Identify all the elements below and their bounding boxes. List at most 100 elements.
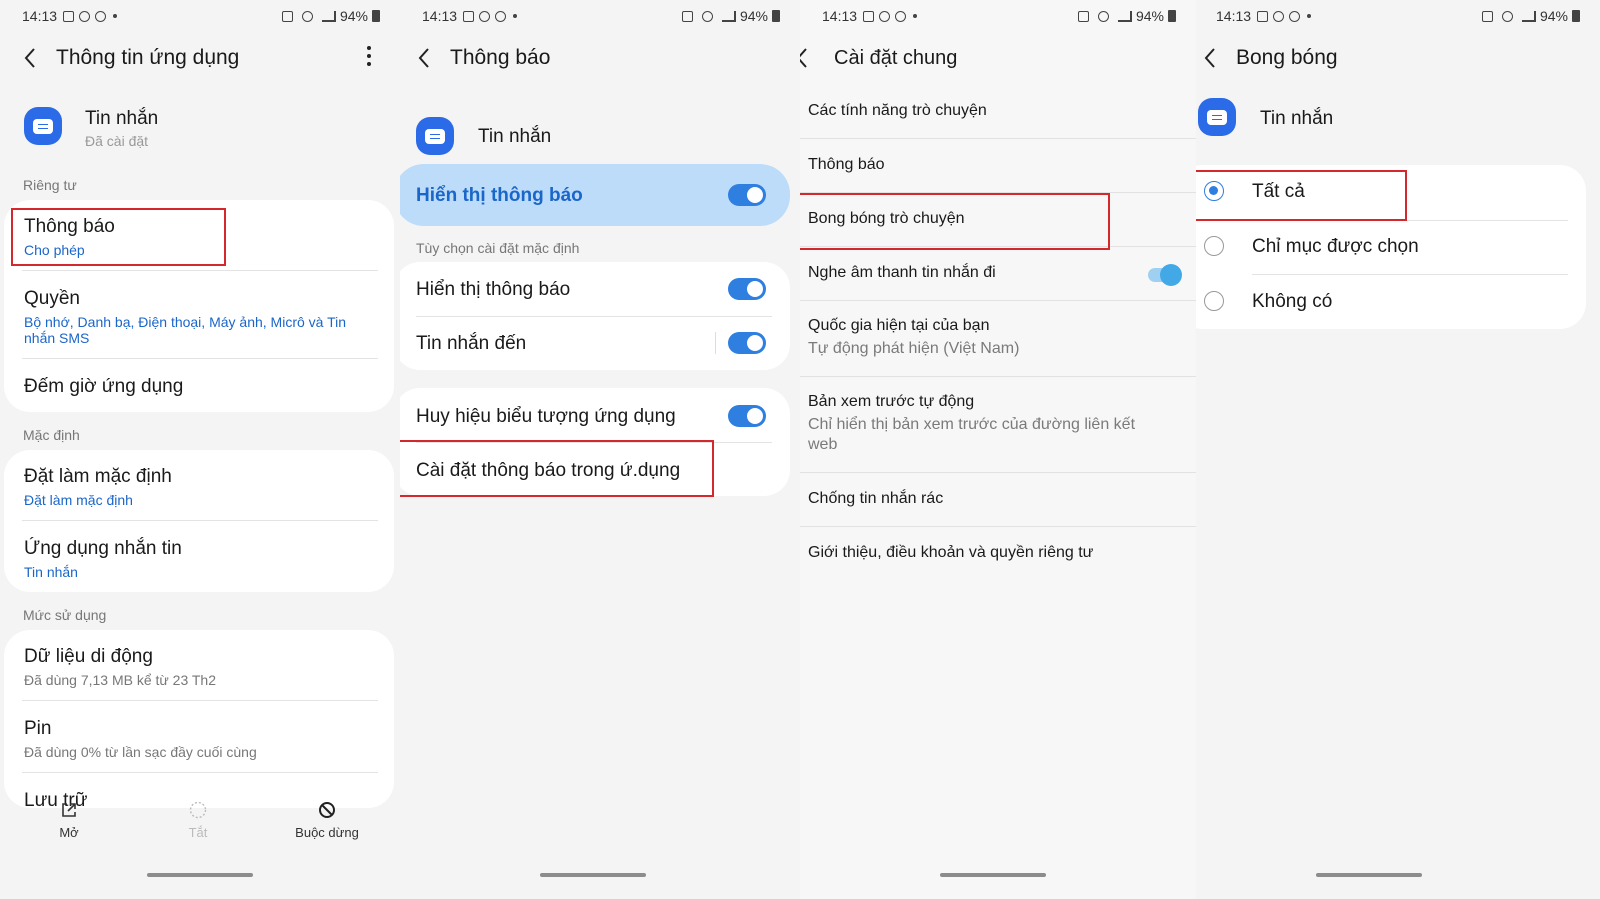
message-bubble-icon: [1207, 109, 1227, 125]
radio-none[interactable]: [1204, 291, 1224, 311]
mobile-data-item[interactable]: Dữ liệu di động Đã dùng 7,13 MB kể từ 23…: [24, 646, 380, 688]
notifications-item[interactable]: Thông báo: [808, 156, 1196, 174]
chevron-left-icon: [418, 48, 429, 68]
divider: [800, 300, 1196, 301]
settings-icon: [1289, 10, 1301, 22]
divider: [22, 772, 378, 773]
option-selected-label[interactable]: Chỉ mục được chọn: [1252, 236, 1419, 258]
status-bar: 14:13 94%: [822, 6, 1176, 26]
status-time: 14:13: [22, 8, 58, 24]
outgoing-sound-toggle[interactable]: [1148, 264, 1182, 286]
back-button[interactable]: [800, 46, 814, 70]
home-indicator[interactable]: [1316, 873, 1422, 877]
home-indicator[interactable]: [540, 873, 646, 877]
divider: [800, 138, 1196, 139]
annotation-highlight-box: [400, 440, 714, 497]
app-timer-item[interactable]: Đếm giờ ứng dụng: [24, 376, 380, 398]
back-button[interactable]: [18, 46, 42, 70]
vertical-divider: [715, 332, 716, 354]
auto-preview-title: Bản xem trước tự động: [808, 393, 975, 410]
app-icon: [24, 107, 62, 145]
auto-preview-item[interactable]: Bản xem trước tự động Chỉ hiển thị bản x…: [808, 393, 1160, 455]
messaging-app-sub: Tin nhắn: [24, 564, 78, 580]
battery-percent: 94%: [1135, 8, 1164, 24]
disable-button[interactable]: Tắt: [153, 801, 243, 840]
section-label-usage: Mức sử dụng: [23, 607, 107, 623]
page-title: Cài đặt chung: [834, 46, 958, 69]
app-name: Tin nhắn: [1260, 108, 1334, 129]
page-title: Thông báo: [450, 46, 551, 69]
incoming-messages-toggle[interactable]: [728, 332, 766, 354]
spam-protection-item[interactable]: Chống tin nhắn rác: [808, 490, 1196, 508]
sync-icon: [879, 10, 891, 22]
lock-icon: [281, 10, 293, 22]
section-label-privacy: Riêng tư: [23, 177, 77, 193]
more-options-icon[interactable]: [366, 46, 372, 66]
show-notifications-toggle[interactable]: [728, 278, 766, 300]
annotation-highlight-box: [11, 208, 226, 266]
battery-icon: [372, 10, 380, 22]
section-label-default-options: Tùy chọn cài đặt mặc định: [416, 240, 580, 256]
permissions-item[interactable]: Quyền Bộ nhớ, Danh bạ, Điện thoại, Máy ả…: [24, 288, 376, 346]
battery-percent: 94%: [1539, 8, 1568, 24]
app-icon-badges-toggle[interactable]: [728, 405, 766, 427]
settings-icon: [95, 10, 107, 22]
more-notifications-icon: [913, 14, 918, 18]
app-info-screen: 14:13 94% Thông tin ứng dụng Tin nhắn Đã…: [0, 0, 400, 899]
gallery-icon: [863, 10, 875, 22]
set-default-item[interactable]: Đặt làm mặc định Đặt làm mặc định: [24, 466, 380, 508]
divider: [1252, 274, 1568, 275]
permissions-title: Quyền: [24, 288, 80, 309]
annotation-highlight-box: [1196, 170, 1407, 221]
app-icon: [416, 117, 454, 155]
show-notifications-label: Hiển thị thông báo: [416, 279, 571, 300]
about-item[interactable]: Giới thiệu, điều khoản và quyền riêng tư: [808, 544, 1196, 562]
status-time: 14:13: [422, 8, 458, 24]
divider: [800, 526, 1196, 527]
divider: [22, 700, 378, 701]
mute-icon: [301, 10, 313, 22]
master-notification-toggle[interactable]: [728, 184, 766, 206]
lock-icon: [1077, 10, 1089, 22]
message-bubble-icon: [33, 118, 53, 134]
home-indicator[interactable]: [147, 873, 253, 877]
app-install-status: Đã cài đặt: [85, 133, 149, 149]
header: Thông tin ứng dụng: [18, 38, 239, 78]
app-icon-badges-label: Huy hiệu biểu tượng ứng dụng: [416, 406, 676, 427]
auto-preview-sub: Chỉ hiển thị bản xem trước của đường liê…: [808, 416, 1136, 453]
home-indicator[interactable]: [940, 873, 1046, 877]
force-stop-button[interactable]: Buộc dừng: [282, 801, 372, 840]
battery-item[interactable]: Pin Đã dùng 0% từ lần sạc đầy cuối cùng: [24, 718, 380, 760]
messaging-app-item[interactable]: Ứng dụng nhắn tin Tin nhắn: [24, 538, 380, 580]
message-bubble-icon: [425, 128, 445, 144]
more-notifications-icon: [113, 14, 118, 18]
chat-features-label: Các tính năng trò chuyện: [808, 102, 987, 119]
chevron-left-icon: [1204, 48, 1215, 68]
annotation-highlight-box: [800, 193, 1110, 250]
battery-icon: [1168, 10, 1176, 22]
divider: [416, 316, 772, 317]
outgoing-sound-item[interactable]: Nghe âm thanh tin nhắn đi: [808, 264, 1196, 282]
current-country-title: Quốc gia hiện tại của bạn: [808, 317, 990, 334]
status-time: 14:13: [822, 8, 858, 24]
incoming-messages-label[interactable]: Tin nhắn đến: [416, 333, 526, 355]
back-button[interactable]: [1198, 46, 1222, 70]
open-button[interactable]: Mở: [24, 801, 114, 840]
back-button[interactable]: [412, 46, 436, 70]
permissions-sub: Bộ nhớ, Danh bạ, Điện thoại, Máy ảnh, Mi…: [24, 314, 347, 346]
current-country-item[interactable]: Quốc gia hiện tại của bạn Tự động phát h…: [808, 317, 1196, 359]
option-none-label[interactable]: Không có: [1252, 291, 1332, 313]
battery-percent: 94%: [339, 8, 368, 24]
wifi-signal-icon: [1521, 10, 1536, 22]
chat-features-item[interactable]: Các tính năng trò chuyện: [808, 102, 1196, 120]
radio-selected[interactable]: [1204, 236, 1224, 256]
header: Bong bóng: [1198, 38, 1338, 78]
set-default-title: Đặt làm mặc định: [24, 466, 172, 487]
battery-icon: [772, 10, 780, 22]
bottom-nav: Mở Tắt Buộc dừng: [0, 801, 400, 857]
battery-percent: 94%: [739, 8, 768, 24]
sync-icon: [1273, 10, 1285, 22]
mobile-data-title: Dữ liệu di động: [24, 646, 153, 667]
general-settings-screen: 14:13 94% Cài đặt chung Các tính năng tr…: [800, 0, 1196, 899]
bubbles-screen: 14:13 94% Bong bóng Tin nhắn Tất cả Chỉ …: [1196, 0, 1600, 899]
